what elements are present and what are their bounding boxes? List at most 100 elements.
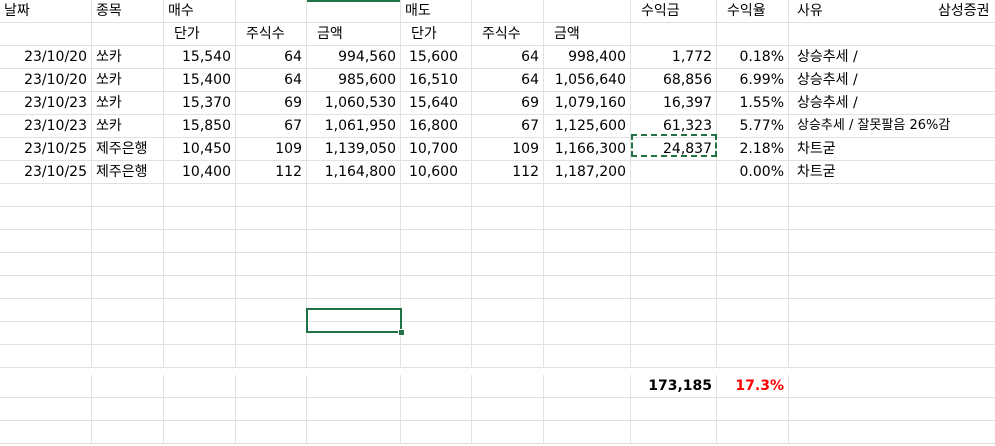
header-reason[interactable]: 사유 [789, 0, 934, 22]
sell-qty-cell[interactable]: 112 [472, 161, 544, 183]
empty-cell[interactable] [717, 23, 789, 45]
buy-price-cell[interactable]: 10,400 [164, 161, 236, 183]
rate-cell[interactable]: 2.18% [717, 138, 789, 160]
empty-cell[interactable] [934, 92, 995, 114]
sell-price-cell[interactable]: 16,510 [401, 69, 472, 91]
rate-cell[interactable]: 0.00% [717, 161, 789, 183]
reason-cell[interactable]: 상승추세 / [789, 46, 934, 68]
stock-cell[interactable]: 쏘카 [92, 69, 164, 91]
empty-cell[interactable] [0, 23, 92, 45]
header-stock[interactable]: 종목 [92, 0, 164, 22]
buy-price-cell[interactable]: 15,540 [164, 46, 236, 68]
reason-cell[interactable]: 상승추세 / [789, 69, 934, 91]
buy-qty-cell[interactable]: 64 [236, 69, 307, 91]
header-buy-qty[interactable]: 주식수 [236, 23, 307, 45]
reason-cell[interactable]: 차트굳 [789, 161, 934, 183]
profit-cell[interactable]: 16,397 [631, 92, 717, 114]
buy-qty-cell[interactable]: 67 [236, 115, 307, 137]
date-cell[interactable]: 23/10/20 [0, 69, 92, 91]
buy-price-cell[interactable]: 15,370 [164, 92, 236, 114]
empty-cell[interactable] [934, 138, 995, 160]
stock-cell[interactable]: 쏘카 [92, 92, 164, 114]
empty-cell[interactable] [934, 69, 995, 91]
profit-cell[interactable]: 68,856 [631, 69, 717, 91]
rate-cell[interactable]: 6.99% [717, 69, 789, 91]
total-rate-cell[interactable]: 17.3% [717, 375, 789, 397]
reason-cell[interactable]: 차트굳 [789, 138, 934, 160]
reason-cell[interactable]: 상승추세 / [789, 92, 934, 114]
empty-cell[interactable] [934, 23, 995, 45]
sell-amount-cell[interactable]: 1,125,600 [544, 115, 631, 137]
total-profit-cell[interactable]: 173,185 [631, 375, 717, 397]
stock-cell[interactable]: 쏘카 [92, 46, 164, 68]
empty-cell[interactable] [934, 115, 995, 137]
empty-cell[interactable] [307, 0, 401, 22]
buy-amount-cell[interactable]: 1,164,800 [307, 161, 401, 183]
active-cell-cursor[interactable] [306, 308, 402, 333]
profit-cell[interactable]: 61,323 [631, 115, 717, 137]
sell-amount-cell[interactable]: 1,056,640 [544, 69, 631, 91]
rate-cell[interactable]: 5.77% [717, 115, 789, 137]
sell-amount-cell[interactable]: 998,400 [544, 46, 631, 68]
sell-qty-cell[interactable]: 67 [472, 115, 544, 137]
header-extra[interactable]: 삼성증권 [934, 0, 995, 22]
sell-amount-cell[interactable]: 1,187,200 [544, 161, 631, 183]
empty-cell[interactable] [472, 0, 544, 22]
sell-amount-cell[interactable]: 1,166,300 [544, 138, 631, 160]
fill-handle[interactable] [398, 329, 405, 336]
sell-price-cell[interactable]: 10,600 [401, 161, 472, 183]
sell-qty-cell[interactable]: 64 [472, 69, 544, 91]
reason-cell[interactable]: 상승추세 / 잘못팔음 26%감 [789, 115, 950, 137]
buy-qty-cell[interactable]: 109 [236, 138, 307, 160]
buy-amount-cell[interactable]: 1,060,530 [307, 92, 401, 114]
sell-price-cell[interactable]: 16,800 [401, 115, 472, 137]
spreadsheet-grid[interactable]: 날짜 종목 매수 매도 수익금 수익율 사유 삼성증권 단가 주식수 금액 단가… [0, 0, 995, 446]
header-buy[interactable]: 매수 [164, 0, 236, 22]
header-buy-amount[interactable]: 금액 [307, 23, 401, 45]
date-cell[interactable]: 23/10/23 [0, 92, 92, 114]
empty-cell[interactable] [934, 161, 995, 183]
sell-price-cell[interactable]: 15,600 [401, 46, 472, 68]
sell-price-cell[interactable]: 15,640 [401, 92, 472, 114]
stock-cell[interactable]: 제주은행 [92, 138, 164, 160]
profit-cell[interactable] [631, 161, 717, 183]
date-cell[interactable]: 23/10/23 [0, 115, 92, 137]
empty-cell[interactable] [544, 0, 631, 22]
buy-qty-cell[interactable]: 69 [236, 92, 307, 114]
header-rate[interactable]: 수익율 [717, 0, 789, 22]
buy-amount-cell[interactable]: 1,139,050 [307, 138, 401, 160]
buy-qty-cell[interactable]: 64 [236, 46, 307, 68]
header-sell-price[interactable]: 단가 [401, 23, 472, 45]
date-cell[interactable]: 23/10/25 [0, 161, 92, 183]
header-sell[interactable]: 매도 [401, 0, 472, 22]
sell-qty-cell[interactable]: 109 [472, 138, 544, 160]
buy-amount-cell[interactable]: 1,061,950 [307, 115, 401, 137]
header-sell-qty[interactable]: 주식수 [472, 23, 544, 45]
profit-cell[interactable]: 1,772 [631, 46, 717, 68]
sell-qty-cell[interactable]: 64 [472, 46, 544, 68]
sell-amount-cell[interactable]: 1,079,160 [544, 92, 631, 114]
sell-qty-cell[interactable]: 69 [472, 92, 544, 114]
header-profit[interactable]: 수익금 [631, 0, 717, 22]
rate-cell[interactable]: 1.55% [717, 92, 789, 114]
header-buy-price[interactable]: 단가 [164, 23, 236, 45]
buy-qty-cell[interactable]: 112 [236, 161, 307, 183]
date-cell[interactable]: 23/10/25 [0, 138, 92, 160]
empty-cell[interactable] [236, 0, 307, 22]
header-date[interactable]: 날짜 [0, 0, 92, 22]
date-cell[interactable]: 23/10/20 [0, 46, 92, 68]
empty-cell[interactable] [789, 23, 934, 45]
rate-cell[interactable]: 0.18% [717, 46, 789, 68]
empty-cell[interactable] [631, 23, 717, 45]
buy-price-cell[interactable]: 10,450 [164, 138, 236, 160]
buy-price-cell[interactable]: 15,850 [164, 115, 236, 137]
buy-amount-cell[interactable]: 994,560 [307, 46, 401, 68]
profit-cell[interactable]: 24,837 [631, 138, 717, 160]
empty-cell[interactable] [934, 46, 995, 68]
empty-cell[interactable] [92, 23, 164, 45]
sell-price-cell[interactable]: 10,700 [401, 138, 472, 160]
buy-amount-cell[interactable]: 985,600 [307, 69, 401, 91]
buy-price-cell[interactable]: 15,400 [164, 69, 236, 91]
stock-cell[interactable]: 쏘카 [92, 115, 164, 137]
header-sell-amount[interactable]: 금액 [544, 23, 631, 45]
